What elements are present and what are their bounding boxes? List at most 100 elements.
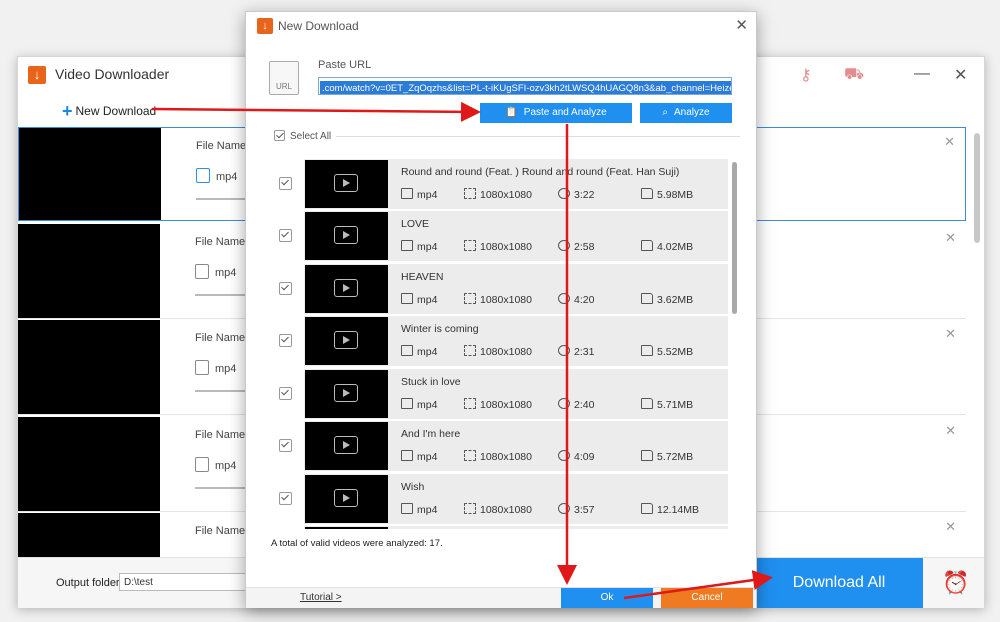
duration-meta: 4:20 (558, 293, 594, 306)
checkbox[interactable] (279, 282, 292, 295)
video-thumbnail (18, 513, 160, 557)
checkbox-icon (274, 130, 285, 141)
new-download-button[interactable]: + New Download (62, 101, 156, 122)
clock-icon (558, 188, 570, 199)
format-value: mp4 (215, 267, 237, 279)
key-icon[interactable]: ⚷ (800, 65, 812, 85)
file-name-label: File Name: (195, 236, 249, 248)
video-file-icon (401, 345, 413, 356)
dialog-scrollbar[interactable] (732, 162, 737, 314)
close-icon[interactable]: ✕ (945, 230, 956, 246)
video-row[interactable]: HEAVEN mp4 1080x1080 4:20 3.62MB (268, 264, 728, 314)
dialog-title: New Download (278, 19, 359, 33)
video-file-icon (196, 168, 210, 183)
checkbox[interactable] (279, 177, 292, 190)
analyze-button[interactable]: ⌕ Analyze (640, 103, 732, 123)
video-thumbnail (305, 370, 388, 418)
close-icon[interactable]: ✕ (735, 16, 748, 34)
checkbox[interactable] (279, 492, 292, 505)
video-row[interactable]: Round and round (Feat. ) Round and round… (268, 159, 728, 209)
video-row[interactable]: Winter is coming mp4 1080x1080 2:31 5.52… (268, 316, 728, 366)
duration-value: 2:31 (574, 346, 595, 358)
size-meta: 5.72MB (641, 450, 693, 463)
format-meta: mp4 (401, 398, 437, 411)
video-title: Winter is coming (401, 323, 479, 335)
video-thumbnail (18, 224, 160, 318)
size-meta: 5.98MB (641, 188, 693, 201)
format-label[interactable]: mp4 (195, 457, 236, 472)
close-icon[interactable]: ✕ (945, 326, 956, 342)
format-meta: mp4 (401, 450, 437, 463)
select-all-checkbox[interactable]: Select All (274, 130, 331, 142)
play-icon (334, 174, 358, 192)
resolution-meta: 1080x1080 (464, 450, 532, 463)
cart-icon[interactable]: ⛟ (844, 65, 864, 85)
file-name-label: File Name: (195, 429, 249, 441)
video-row[interactable]: LOVE mp4 1080x1080 2:58 4.02MB (268, 211, 728, 261)
tutorial-link[interactable]: Tutorial > (300, 592, 342, 603)
close-icon[interactable]: ✕ (945, 423, 956, 439)
clock-icon (558, 293, 570, 304)
checkbox[interactable] (279, 439, 292, 452)
alarm-clock-icon[interactable]: ⏰ (942, 570, 969, 596)
close-icon[interactable]: ✕ (954, 65, 967, 85)
play-icon (334, 384, 358, 402)
clock-icon (558, 503, 570, 514)
search-icon: ⌕ (662, 107, 669, 118)
analyze-label: Analyze (674, 107, 710, 118)
size-meta: 5.71MB (641, 398, 693, 411)
app-title: Video Downloader (55, 66, 170, 82)
folder-icon (641, 503, 653, 514)
scrollbar[interactable] (974, 133, 980, 243)
clock-icon (558, 450, 570, 461)
checkbox[interactable] (279, 229, 292, 242)
resolution-value: 1080x1080 (480, 451, 532, 463)
video-thumbnail (18, 320, 160, 414)
video-thumbnail (19, 128, 161, 220)
size-value: 5.72MB (657, 451, 694, 463)
resolution-icon (464, 345, 476, 356)
output-folder-input[interactable]: D:\test (119, 573, 249, 591)
video-thumbnail (305, 317, 388, 365)
size-value: 5.52MB (657, 346, 694, 358)
ok-button[interactable]: Ok (561, 588, 653, 608)
clock-icon (558, 240, 570, 251)
video-row[interactable]: Stuck in love mp4 1080x1080 2:40 5.71MB (268, 369, 728, 419)
download-all-button[interactable]: Download All (755, 558, 923, 608)
format-value: mp4 (216, 171, 238, 183)
close-icon[interactable]: ✕ (944, 134, 955, 150)
video-row[interactable]: And I'm here mp4 1080x1080 4:09 5.72MB (268, 421, 728, 471)
video-row[interactable] (268, 526, 728, 529)
folder-icon (641, 240, 653, 251)
duration-meta: 3:57 (558, 503, 594, 516)
format-label[interactable]: mp4 (196, 168, 237, 183)
video-file-icon (401, 293, 413, 304)
video-list: Round and round (Feat. ) Round and round… (268, 159, 730, 529)
video-file-icon (401, 240, 413, 251)
resolution-icon (464, 450, 476, 461)
url-file-icon: URL (269, 61, 299, 95)
format-label[interactable]: mp4 (195, 264, 236, 279)
checkbox[interactable] (279, 334, 292, 347)
duration-meta: 2:31 (558, 345, 594, 358)
app-logo-icon: ↓ (257, 18, 273, 34)
video-thumbnail (305, 160, 388, 208)
checkbox[interactable] (279, 387, 292, 400)
play-icon (334, 489, 358, 507)
resolution-value: 1080x1080 (480, 399, 532, 411)
resolution-icon (464, 188, 476, 199)
minimize-icon[interactable]: — (914, 65, 930, 83)
close-icon[interactable]: ✕ (945, 519, 956, 535)
video-row[interactable]: Wish mp4 1080x1080 3:57 12.14MB (268, 474, 728, 524)
url-input[interactable]: .com/watch?v=0ET_ZqOqzhs&list=PL-t-iKUgS… (318, 77, 732, 95)
resolution-value: 1080x1080 (480, 189, 532, 201)
format-label[interactable]: mp4 (195, 360, 236, 375)
folder-icon (641, 398, 653, 409)
resolution-value: 1080x1080 (480, 346, 532, 358)
duration-value: 3:22 (574, 189, 595, 201)
size-value: 5.71MB (657, 399, 694, 411)
format-value: mp4 (417, 241, 438, 253)
paste-and-analyze-button[interactable]: 📋 Paste and Analyze (480, 103, 632, 123)
cancel-button[interactable]: Cancel (661, 588, 753, 608)
duration-meta: 2:58 (558, 240, 594, 253)
